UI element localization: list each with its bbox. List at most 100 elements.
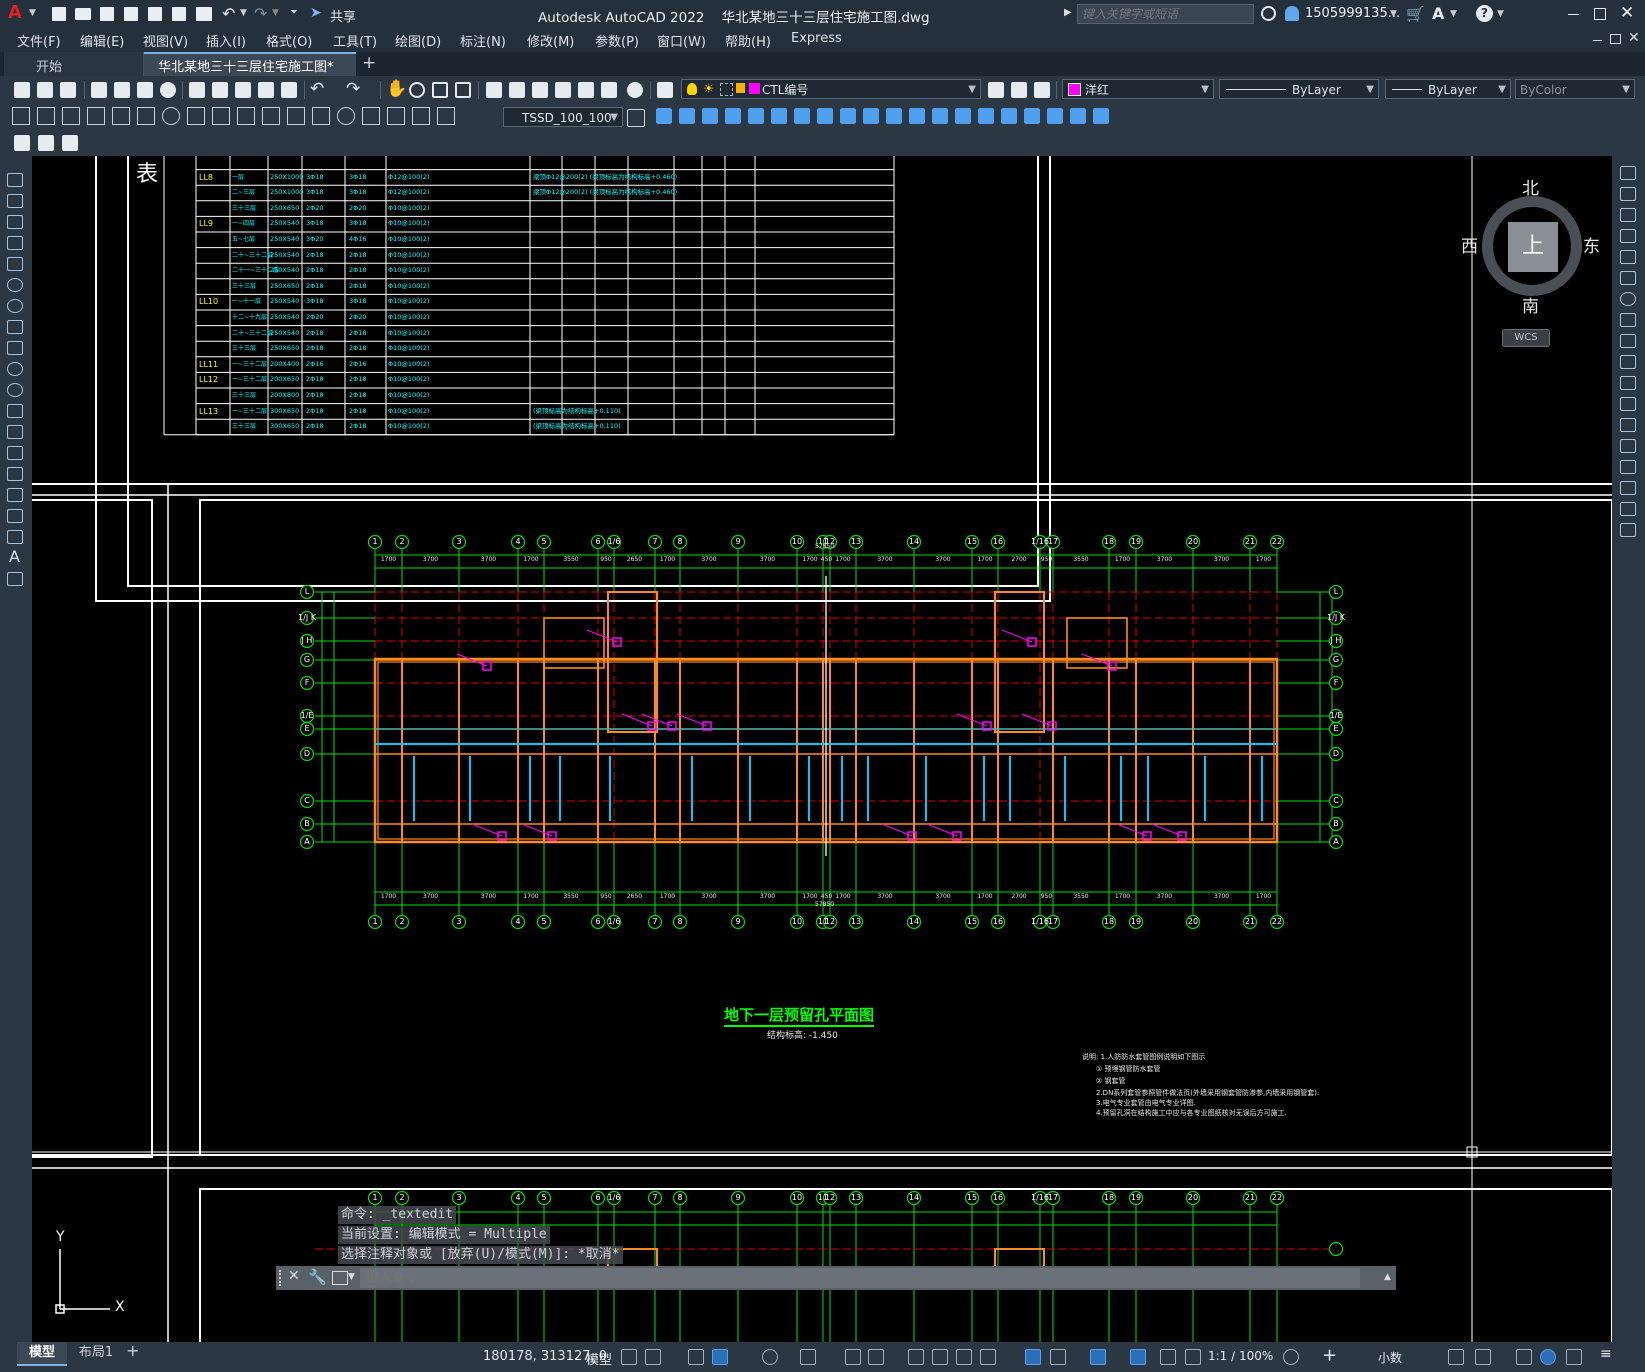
annotation-visibility-icon[interactable] — [1130, 1349, 1146, 1365]
3dosnap-icon[interactable] — [980, 1349, 996, 1365]
viewcube-north[interactable]: 北 — [1522, 174, 1539, 199]
tool-b-icon[interactable] — [38, 135, 54, 151]
maximize-icon[interactable] — [1594, 8, 1606, 20]
undo-chevron-icon[interactable]: ▼ — [240, 8, 247, 18]
line-tool-icon[interactable] — [7, 173, 23, 187]
layer-chevron-down-icon[interactable]: ▼ — [968, 80, 976, 100]
user-name[interactable]: 1505999135... — [1305, 6, 1400, 21]
mtext-tool-icon[interactable]: A — [9, 547, 20, 566]
tool-a-icon[interactable] — [14, 135, 30, 151]
join-tool-icon[interactable] — [1620, 439, 1636, 453]
fillet-tool-icon[interactable] — [1620, 481, 1636, 495]
isolate-objects-icon[interactable] — [1516, 1349, 1532, 1365]
command-grip-icon[interactable] — [279, 1270, 285, 1286]
help-chevron-icon[interactable]: ▼ — [1497, 9, 1504, 19]
redo-icon[interactable]: ↷ — [346, 79, 360, 99]
menu-insert[interactable]: 插入(I) — [206, 31, 246, 50]
color-dropdown[interactable]: 洋红 ▼ — [1062, 79, 1214, 99]
model-space-button[interactable]: 模型 — [586, 1349, 612, 1368]
help-icon[interactable] — [627, 82, 643, 98]
ortho-icon[interactable] — [712, 1349, 728, 1365]
extend-tool-icon[interactable] — [1620, 376, 1636, 390]
save-icon[interactable] — [60, 82, 76, 98]
arc-tool-icon[interactable] — [7, 278, 23, 292]
new-tab-button[interactable]: + — [362, 53, 376, 73]
modify-tool-icons[interactable] — [656, 108, 1136, 126]
snap-icon[interactable] — [645, 1349, 661, 1365]
block-editor-icon[interactable] — [281, 82, 297, 98]
insert-block-tool-icon[interactable] — [7, 404, 23, 418]
quickcalc-icon[interactable] — [601, 82, 617, 98]
polar-icon[interactable] — [762, 1349, 778, 1365]
spline-tool-icon[interactable] — [7, 341, 23, 355]
open-icon[interactable] — [37, 82, 53, 98]
save-icon[interactable] — [100, 7, 114, 21]
menu-format[interactable]: 格式(O) — [266, 31, 312, 50]
erase-tool-icon[interactable] — [1620, 166, 1636, 180]
layout-tab-layout1[interactable]: 布局1 — [68, 1342, 124, 1364]
minimize-icon[interactable] — [1568, 14, 1579, 15]
doc-minimize-icon[interactable] — [1593, 40, 1602, 41]
viewcube-top-face[interactable]: 上 — [1508, 222, 1558, 272]
matchprop-icon[interactable] — [258, 82, 274, 98]
menu-express[interactable]: Express — [791, 31, 842, 46]
design-center-icon[interactable] — [509, 82, 525, 98]
sheet-set-icon[interactable] — [555, 82, 571, 98]
dimstyle-dropdown[interactable]: TSSD_100_100 ▼ — [503, 107, 623, 127]
cart-icon[interactable]: 🛒 — [1406, 5, 1425, 23]
layer-vp-icon[interactable] — [720, 83, 733, 96]
lock-ui-icon[interactable] — [1475, 1349, 1491, 1365]
trim-tool-icon[interactable] — [1620, 355, 1636, 369]
polygon-tool-icon[interactable] — [7, 236, 23, 250]
new-file-icon[interactable] — [52, 7, 66, 21]
annotation-scale-icon[interactable] — [1185, 1349, 1201, 1365]
layer-states-icon[interactable] — [1034, 82, 1050, 98]
move-tool-icon[interactable] — [1620, 271, 1636, 285]
layer-lock-icon[interactable] — [736, 83, 745, 93]
blend-tool-icon[interactable] — [1620, 502, 1636, 516]
gizmo-icon[interactable] — [1090, 1349, 1106, 1365]
zoom-window-icon[interactable] — [432, 82, 448, 98]
array-tool-icon[interactable] — [1620, 250, 1636, 264]
region-tool-icon[interactable] — [7, 509, 23, 523]
publish-icon[interactable] — [137, 82, 153, 98]
explode-tool-icon[interactable] — [1620, 523, 1636, 537]
zoom-realtime-icon[interactable] — [409, 82, 425, 98]
dimstyle-chevron-down-icon[interactable]: ▼ — [610, 108, 618, 128]
tab-drawing[interactable]: 华北某地三十三层住宅施工图* — [144, 52, 356, 76]
osnap-icon[interactable] — [868, 1349, 884, 1365]
plot-icon[interactable] — [196, 7, 212, 21]
break-point-tool-icon[interactable] — [1620, 397, 1636, 411]
ellipse-tool-icon[interactable] — [7, 362, 23, 376]
selection-cycling-icon[interactable] — [956, 1349, 972, 1365]
lineweight-dropdown[interactable]: ByLayer ▼ — [1385, 79, 1511, 99]
app-logo[interactable]: A — [8, 2, 30, 24]
tool-palettes-icon[interactable] — [532, 82, 548, 98]
share-button[interactable]: 共享 — [330, 6, 356, 25]
xline-tool-icon[interactable] — [7, 194, 23, 208]
status-customize-icon[interactable]: ≡ — [1600, 1346, 1612, 1362]
undo-icon[interactable]: ↶ — [222, 4, 235, 23]
user-icon[interactable] — [1285, 6, 1299, 21]
tool-c-icon[interactable] — [62, 135, 78, 151]
pan-icon[interactable]: ✋ — [386, 79, 407, 99]
make-current-icon[interactable] — [988, 82, 1004, 98]
rotate-tool-icon[interactable] — [1620, 292, 1636, 306]
circle-tool-icon[interactable] — [7, 299, 23, 313]
autodesk-account-icon[interactable]: A — [1432, 4, 1444, 23]
menu-draw[interactable]: 绘图(D) — [395, 31, 441, 50]
layer-on-icon[interactable] — [687, 83, 697, 95]
menu-help[interactable]: 帮助(H) — [725, 31, 771, 50]
tab-start[interactable]: 开始 — [4, 52, 144, 76]
redo-icon[interactable]: ↷ — [254, 4, 267, 23]
auto-scale-icon[interactable] — [1160, 1349, 1176, 1365]
table-tool-icon[interactable] — [7, 530, 23, 544]
gradient-tool-icon[interactable] — [7, 488, 23, 502]
quick-properties-icon[interactable] — [1448, 1349, 1464, 1365]
dimension-tool-icons[interactable] — [12, 107, 492, 127]
dynamic-ucs-icon[interactable] — [1025, 1349, 1041, 1365]
menu-file[interactable]: 文件(F) — [17, 31, 61, 50]
add-selected-tool-icon[interactable] — [7, 572, 23, 586]
zoom-previous-icon[interactable] — [455, 82, 471, 98]
revcloud-tool-icon[interactable] — [7, 320, 23, 334]
